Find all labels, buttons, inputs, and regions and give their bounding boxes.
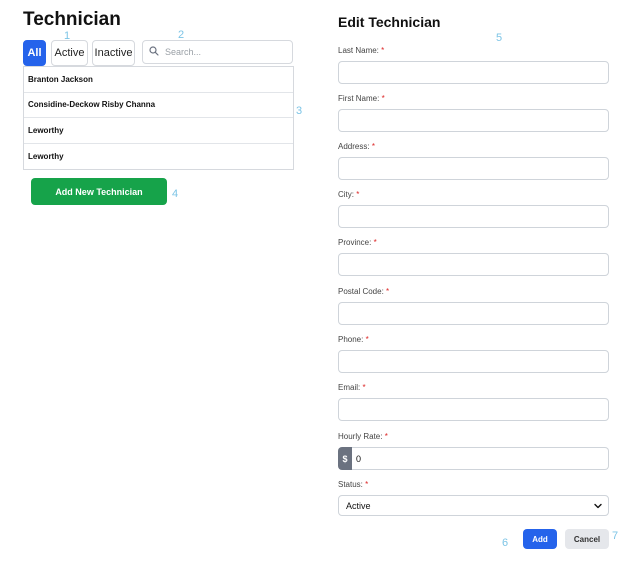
first-name-label: First Name: * — [338, 94, 385, 103]
technician-row[interactable]: Leworthy — [24, 118, 293, 144]
phone-label: Phone: * — [338, 335, 369, 344]
add-button[interactable]: Add — [523, 529, 557, 549]
postal-code-label: Postal Code: * — [338, 287, 390, 296]
status-label: Status: * — [338, 480, 369, 489]
required-marker: * — [386, 287, 390, 296]
filter-active-button[interactable]: Active — [51, 40, 88, 66]
required-marker: * — [381, 94, 385, 103]
status-select[interactable]: Active — [338, 495, 609, 516]
required-marker: * — [362, 383, 366, 392]
required-marker: * — [373, 238, 377, 247]
annotation-marker-4: 4 — [172, 188, 179, 200]
search-box — [142, 40, 293, 64]
annotation-marker-7: 7 — [612, 530, 619, 542]
province-label: Province: * — [338, 238, 377, 247]
page-title: Technician — [23, 9, 121, 30]
required-marker: * — [365, 480, 369, 489]
chevron-down-icon — [593, 501, 603, 513]
address-input[interactable] — [338, 157, 609, 180]
technician-row[interactable]: Leworthy — [24, 144, 293, 170]
postal-code-input[interactable] — [338, 302, 609, 325]
annotation-marker-5: 5 — [496, 32, 503, 44]
phone-input[interactable] — [338, 350, 609, 373]
address-label: Address: * — [338, 142, 375, 151]
required-marker: * — [371, 142, 375, 151]
search-icon — [149, 43, 159, 61]
filter-inactive-button[interactable]: Inactive — [92, 40, 135, 66]
province-input[interactable] — [338, 253, 609, 276]
technician-list: Branton Jackson Considine-Deckow Risby C… — [23, 66, 294, 170]
hourly-rate-label: Hourly Rate: * — [338, 432, 388, 441]
edit-form-title: Edit Technician — [338, 14, 441, 30]
annotation-marker-6: 6 — [502, 537, 509, 549]
search-input[interactable] — [165, 47, 285, 57]
technician-row[interactable]: Considine-Deckow Risby Channa — [24, 93, 293, 118]
currency-prefix: $ — [338, 447, 352, 470]
email-input[interactable] — [338, 398, 609, 421]
email-label: Email: * — [338, 383, 366, 392]
last-name-input[interactable] — [338, 61, 609, 84]
add-new-technician-button[interactable]: Add New Technician — [31, 178, 167, 205]
hourly-rate-group: $ 0 — [338, 447, 609, 470]
filter-all-button[interactable]: All — [23, 40, 46, 66]
required-marker: * — [356, 190, 360, 199]
technician-row[interactable]: Branton Jackson — [24, 67, 293, 93]
first-name-input[interactable] — [338, 109, 609, 132]
required-marker: * — [381, 46, 385, 55]
required-marker: * — [365, 335, 369, 344]
city-input[interactable] — [338, 205, 609, 228]
annotation-marker-3: 3 — [296, 105, 303, 117]
status-select-value: Active — [346, 500, 371, 511]
required-marker: * — [384, 432, 388, 441]
last-name-label: Last Name: * — [338, 46, 385, 55]
cancel-button[interactable]: Cancel — [565, 529, 609, 549]
city-label: City: * — [338, 190, 360, 199]
hourly-rate-input[interactable]: 0 — [352, 447, 609, 470]
